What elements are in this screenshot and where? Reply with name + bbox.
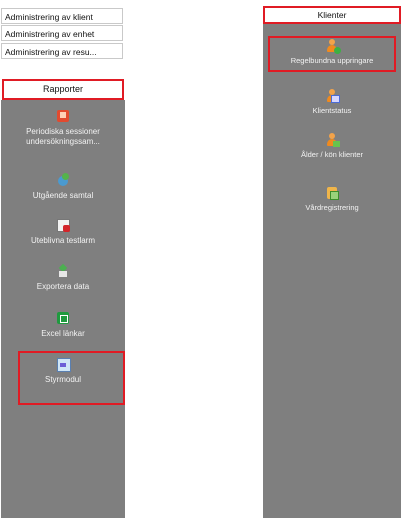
missed-test-alarms-tool[interactable]: Uteblivna testlarm — [1, 218, 125, 246]
periodic-sessions-label: Periodiska sessioner — [26, 127, 100, 136]
admin-resource-header[interactable]: Administrering av resu... — [1, 43, 123, 59]
age-gender-clients-tool[interactable]: Ålder / kön klienter — [263, 133, 401, 159]
outgoing-calls-tool[interactable]: Utgående samtal — [1, 173, 125, 201]
admin-unit-header[interactable]: Administrering av enhet — [1, 25, 123, 41]
excel-icon — [56, 311, 70, 325]
admin-client-header[interactable]: Administrering av klient — [1, 8, 123, 24]
age-gender-clients-label: Ålder / kön klienter — [300, 150, 364, 159]
export-icon — [56, 263, 70, 278]
regular-callers-highlight — [268, 36, 396, 72]
outgoing-call-icon — [56, 173, 70, 187]
control-module-highlight — [18, 351, 125, 405]
care-registration-tool[interactable]: Vårdregistrering — [263, 186, 401, 212]
age-gender-icon — [325, 133, 340, 147]
export-data-label: Exportera data — [36, 282, 90, 291]
client-status-icon — [325, 89, 340, 103]
outgoing-calls-label: Utgående samtal — [32, 191, 94, 200]
excel-links-label: Excel länkar — [41, 329, 85, 338]
client-status-tool[interactable]: Klientstatus — [263, 89, 401, 115]
periodic-sessions-tool[interactable]: Periodiska sessioner undersökningssam... — [1, 109, 125, 147]
left-navigation-panel: Administrering av klient Administrering … — [1, 8, 125, 518]
care-registration-icon — [325, 186, 339, 200]
missed-test-alarms-label: Uteblivna testlarm — [30, 236, 96, 245]
excel-links-tool[interactable]: Excel länkar — [1, 311, 125, 339]
right-navigation-panel: Klienter Regelbundna uppringare Klientst… — [263, 6, 401, 518]
export-data-tool[interactable]: Exportera data — [1, 263, 125, 292]
clients-section-header[interactable]: Klienter — [263, 6, 401, 24]
reports-panel-body — [1, 100, 125, 518]
reports-section-header[interactable]: Rapporter — [2, 79, 124, 100]
periodic-sessions-label-line2: undersökningssam... — [26, 137, 100, 146]
client-status-label: Klientstatus — [312, 106, 352, 115]
report-icon — [56, 109, 70, 123]
missed-alarm-icon — [56, 218, 70, 232]
care-registration-label: Vårdregistrering — [305, 203, 359, 212]
